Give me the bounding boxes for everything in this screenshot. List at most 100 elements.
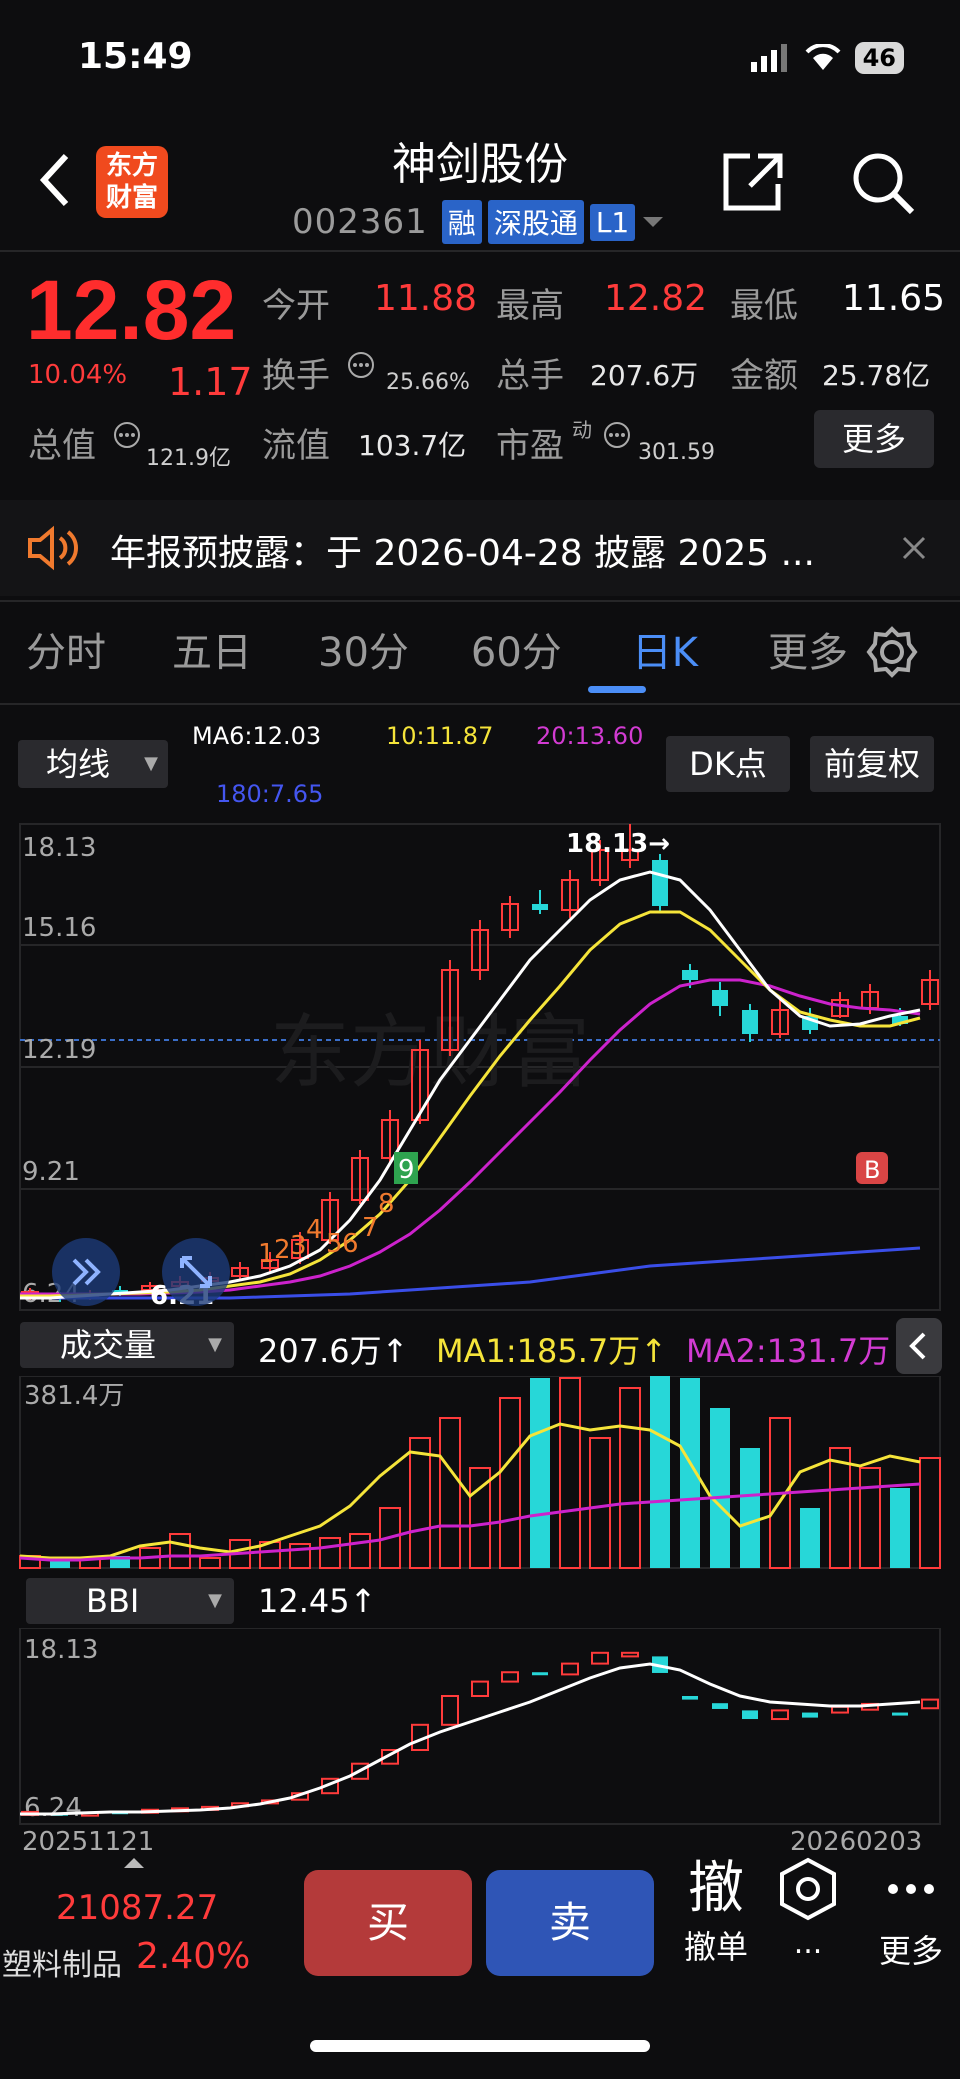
tag-connect: 深股通 bbox=[487, 200, 584, 244]
mktcap-label: 总值 bbox=[28, 426, 96, 466]
volume-bar bbox=[829, 1447, 851, 1569]
volume-bar bbox=[439, 1417, 461, 1569]
volume-current-value: 207.6万 bbox=[258, 1332, 382, 1370]
buy-button[interactable]: 买 bbox=[304, 1870, 472, 1976]
tab-intraday[interactable]: 分时 bbox=[26, 620, 106, 678]
volume-ma2: MA2:131.7万↑ bbox=[686, 1326, 917, 1372]
tag-margin: 融 bbox=[441, 200, 482, 244]
bbi-chart[interactable]: 18.13 6.24 20251121 20260203 bbox=[0, 1628, 960, 1850]
hexagon-icon bbox=[780, 1857, 836, 1921]
info-icon[interactable] bbox=[602, 420, 632, 450]
mktcap-value: 121.9亿 bbox=[146, 446, 231, 471]
volume-bar bbox=[859, 1467, 881, 1569]
ma-select[interactable]: 均线 ▼ bbox=[18, 740, 168, 788]
bbi-current: 12.45↑ bbox=[258, 1582, 376, 1620]
more-button[interactable]: 更多 bbox=[814, 410, 934, 468]
last-price: 12.82 bbox=[26, 263, 237, 357]
tab-30min[interactable]: 30分 bbox=[318, 620, 409, 678]
stock-code: 002361 bbox=[292, 202, 428, 242]
nine-count: 4 bbox=[306, 1215, 323, 1245]
change-pct: 10.04% bbox=[28, 360, 128, 390]
volume-bar bbox=[409, 1437, 431, 1569]
nine-count: 6 bbox=[342, 1229, 359, 1259]
volume-ma1-value: MA1:185.7万 bbox=[436, 1332, 641, 1370]
settings-icon[interactable] bbox=[866, 626, 918, 678]
bbi-select[interactable]: BBI ▼ bbox=[26, 1578, 234, 1624]
volume-chart[interactable]: 381.4万 bbox=[0, 1376, 960, 1572]
dk-button[interactable]: DK点 bbox=[666, 736, 790, 792]
share-icon[interactable] bbox=[720, 150, 786, 214]
tools-button[interactable]: ... bbox=[770, 1856, 846, 1961]
bbi-y-max: 18.13 bbox=[24, 1635, 98, 1665]
bbi-candle bbox=[532, 1672, 548, 1676]
bbi-candle bbox=[712, 1703, 728, 1709]
y-label: 12.19 bbox=[22, 1035, 96, 1065]
notice-bar[interactable]: 年报预披露：于 2026-04-28 披露 2025 ... bbox=[0, 500, 960, 596]
stock-name: 神剑股份 bbox=[392, 139, 568, 190]
volume-bar bbox=[530, 1378, 550, 1568]
volume-select-label: 成交量 bbox=[60, 1326, 157, 1364]
sell-button[interactable]: 卖 bbox=[486, 1870, 654, 1976]
info-icon[interactable] bbox=[346, 350, 376, 380]
bbi-current-value: 12.45 bbox=[258, 1582, 350, 1620]
high-label: 最高 bbox=[496, 286, 564, 326]
speaker-icon bbox=[28, 525, 78, 571]
float-value: 103.7亿 bbox=[358, 429, 467, 462]
volume-bar bbox=[890, 1488, 910, 1568]
nine-count: 5 bbox=[326, 1229, 343, 1259]
info-icon[interactable] bbox=[112, 420, 142, 450]
sector-name[interactable]: 塑料制品 bbox=[2, 1940, 122, 1984]
cancel-order-button[interactable]: 撤 撤单 bbox=[676, 1856, 756, 1968]
kline-chart[interactable]: 东方财富 18.13 15.16 12.19 9.21 6.24 18.13→ … bbox=[0, 820, 960, 1320]
volume-current: 207.6万↑ bbox=[258, 1326, 408, 1372]
adjust-button[interactable]: 前复权 bbox=[810, 736, 934, 792]
bbi-candle bbox=[561, 1662, 579, 1676]
volume-value: 207.6万 bbox=[590, 359, 699, 392]
volume-select[interactable]: 成交量 ▼ bbox=[20, 1322, 234, 1368]
ma-select-label: 均线 bbox=[46, 745, 111, 783]
high-marker: 18.13→ bbox=[566, 829, 670, 859]
volume-bar bbox=[169, 1533, 191, 1569]
sector-pct: 2.40% bbox=[136, 1936, 251, 1977]
low-label: 最低 bbox=[730, 286, 798, 326]
more-menu-button[interactable]: 更多 bbox=[866, 1856, 956, 1972]
bbi-candle bbox=[501, 1671, 519, 1683]
stock-code-row[interactable]: 002361 融 深股通 L1 bbox=[292, 200, 665, 244]
volume-bar bbox=[919, 1457, 941, 1569]
ma10-value: 10:11.87 bbox=[386, 722, 494, 750]
status-icons: 46 bbox=[750, 42, 904, 74]
float-label: 流值 bbox=[262, 426, 330, 466]
volume-bar bbox=[740, 1448, 760, 1568]
pe-value: 301.59 bbox=[638, 440, 715, 465]
bbi-candle bbox=[921, 1698, 939, 1710]
bbi-y-min: 6.24 bbox=[24, 1793, 82, 1823]
divider bbox=[0, 600, 960, 602]
tab-five-day[interactable]: 五日 bbox=[172, 620, 252, 678]
volume-bar bbox=[499, 1397, 521, 1569]
volume-bar bbox=[199, 1557, 221, 1569]
candle-body bbox=[742, 1010, 758, 1034]
more-menu-label: 更多 bbox=[878, 1932, 943, 1970]
pe-label: 市盈 bbox=[496, 426, 564, 466]
amount-label: 金额 bbox=[730, 356, 798, 396]
index-value[interactable]: 21087.27 bbox=[56, 1888, 218, 1928]
close-icon[interactable] bbox=[900, 534, 928, 562]
volume-label: 总手 bbox=[496, 356, 564, 396]
home-indicator bbox=[310, 2040, 650, 2052]
bbi-candle bbox=[771, 1709, 789, 1721]
tab-more[interactable]: 更多 bbox=[768, 620, 848, 678]
battery-icon: 46 bbox=[854, 42, 904, 74]
volume-bar bbox=[589, 1437, 611, 1569]
volume-ma2-value: MA2:131.7万 bbox=[686, 1332, 891, 1370]
collapse-button[interactable] bbox=[896, 1318, 942, 1374]
up-arrow-icon: ↑ bbox=[349, 1582, 377, 1620]
bbi-candle bbox=[892, 1712, 908, 1716]
bbi-candle bbox=[742, 1710, 758, 1720]
tab-60min[interactable]: 60分 bbox=[471, 620, 562, 678]
tab-daily-k[interactable]: 日K bbox=[632, 620, 698, 678]
tag-level: L1 bbox=[589, 203, 636, 241]
open-label: 今开 bbox=[262, 286, 330, 326]
bbi-candles bbox=[21, 1651, 939, 1817]
nine-count: 8 bbox=[378, 1189, 395, 1219]
search-icon[interactable] bbox=[850, 150, 916, 216]
